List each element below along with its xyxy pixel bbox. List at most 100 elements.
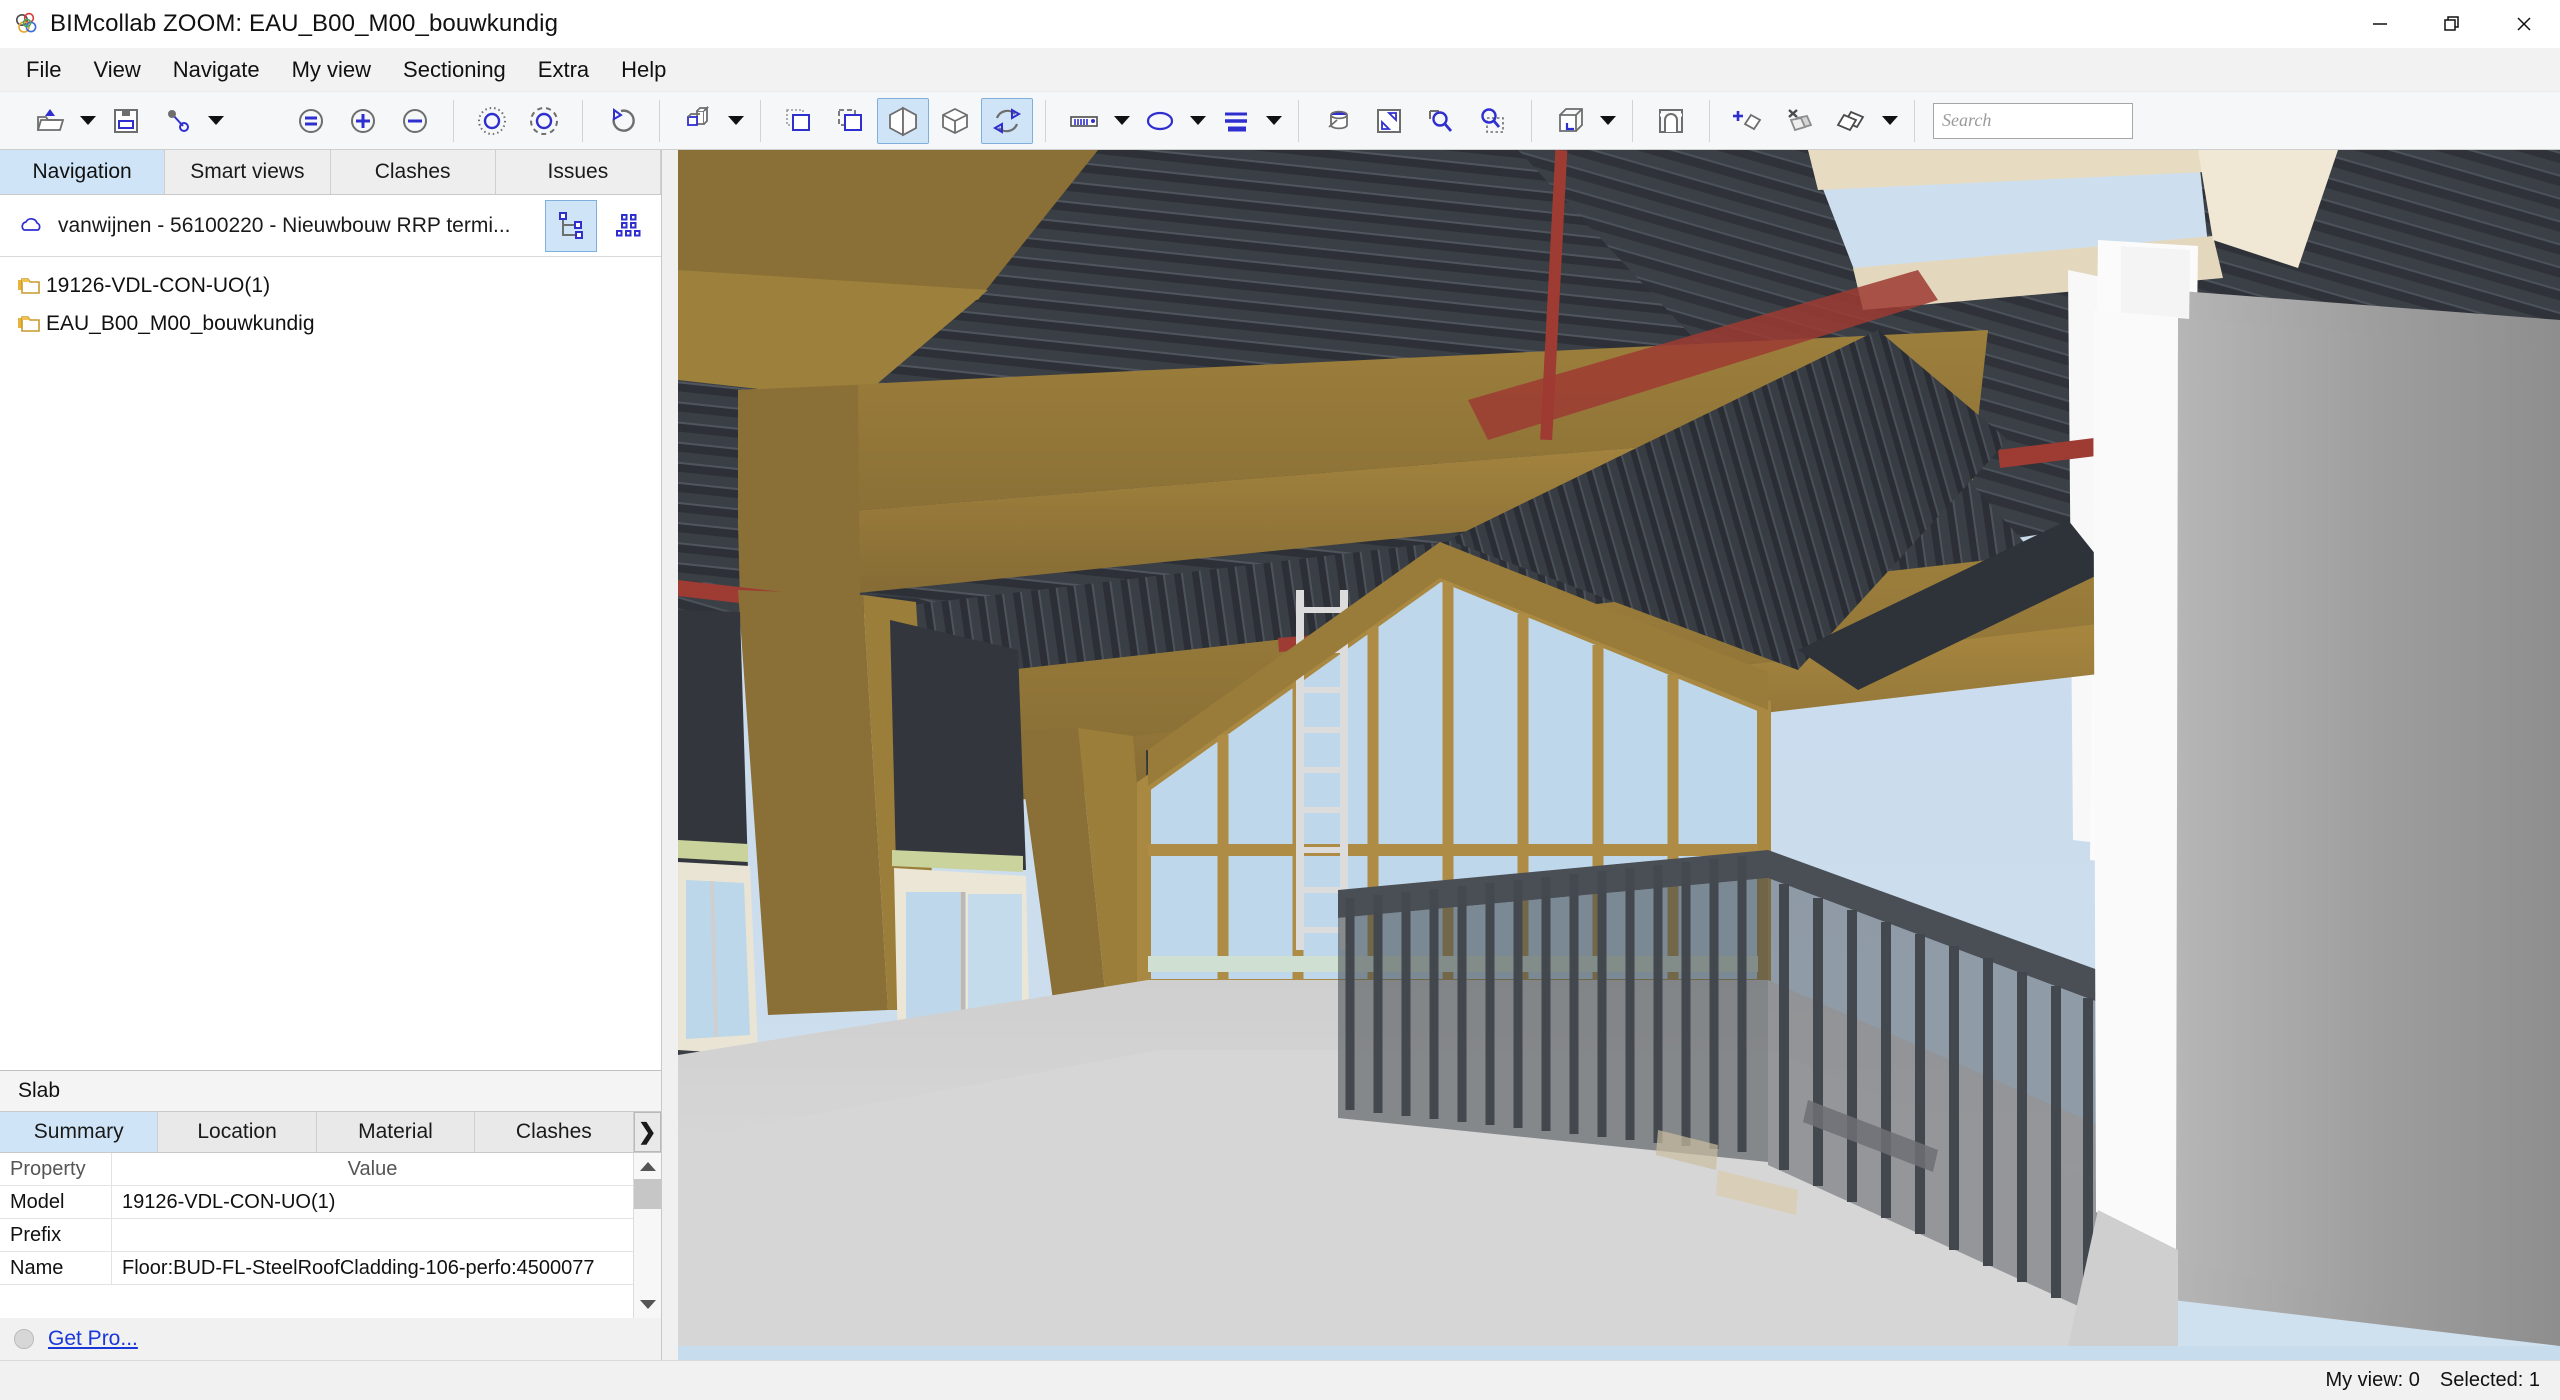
main-toolbar: Search [0,92,2560,150]
menu-item-help[interactable]: Help [605,51,682,89]
tab-clashes[interactable]: Clashes [330,150,496,194]
link-node-icon[interactable] [152,98,204,144]
project-row[interactable]: vanwijnen - 56100220 - Nieuwbouw RRP ter… [0,195,661,257]
tree-view-icon[interactable] [545,199,597,252]
link-node-chevron-down-icon[interactable] [204,98,228,144]
tab-summary[interactable]: Summary [0,1112,159,1152]
property-table-body: Property Value Model 19126-VDL-CON-UO(1)… [0,1153,633,1318]
status-my-view: My view: 0 [2325,1369,2420,1391]
scroll-up-icon[interactable] [634,1153,661,1179]
rotate-arrows-icon[interactable] [981,97,1033,144]
3d-scene [678,150,2560,1346]
zoom-object-icon[interactable] [1415,98,1467,144]
menu-item-file[interactable]: File [10,51,77,89]
scroll-down-icon[interactable] [634,1292,661,1318]
window-controls [2344,0,2560,48]
tab-smart-views[interactable]: Smart views [165,150,331,194]
ellipse-icon[interactable] [1134,98,1186,144]
undo-arrow-icon[interactable] [595,98,647,144]
list-item-label: 19126-VDL-CON-UO(1) [46,274,271,297]
visibility-chevron-down-icon[interactable] [724,98,748,144]
status-selected: Selected: 1 [2439,1369,2540,1391]
zoom-equal-icon[interactable] [285,98,337,144]
open-folder-icon[interactable] [24,98,76,144]
toolbar-separator-10 [1709,99,1710,142]
split-cube-icon[interactable] [877,97,929,144]
scrollbar-thumb[interactable] [633,1179,661,1209]
open-folder-chevron-down-icon[interactable] [76,98,100,144]
property-value: Floor:BUD-FL-SteelRoofCladding-106-perfo… [122,1256,595,1279]
chevron-right-icon[interactable]: ❯ [633,1112,661,1152]
table-row[interactable]: Model 19126-VDL-CON-UO(1) [0,1186,633,1219]
add-slab-icon[interactable] [1722,98,1774,144]
property-value [112,1219,633,1251]
get-pro-link[interactable]: Get Pro... [48,1327,138,1351]
zoom-minus-icon[interactable] [389,98,441,144]
menu-item-my-view[interactable]: My view [276,51,387,89]
project-name: vanwijnen - 56100220 - Nieuwbouw RRP ter… [58,213,511,237]
menu-item-navigate[interactable]: Navigate [157,51,276,89]
property-panel: Slab Summary Location Material Clashes ❯… [0,1070,661,1318]
column-header-property: Property [0,1153,112,1185]
table-row[interactable]: Name Floor:BUD-FL-SteelRoofCladding-106-… [0,1252,633,1285]
table-row[interactable]: Prefix [0,1219,633,1252]
lines-chevron-down-icon[interactable] [1262,98,1286,144]
dashed-select-icon[interactable] [825,98,877,144]
dotted-select-icon[interactable] [773,98,825,144]
zoom-plus-icon[interactable] [337,98,389,144]
model-tree: 19126-VDL-CON-UO(1) EAU_B00_M00_bouwkund… [0,257,661,1070]
orbit-dashed-icon[interactable] [518,98,570,144]
menu-item-extra[interactable]: Extra [522,51,605,89]
menu-item-sectioning[interactable]: Sectioning [387,51,522,89]
paint-bucket-icon[interactable] [1311,98,1363,144]
toolbar-separator-9 [1632,99,1633,142]
hide-slab-icon[interactable] [1774,98,1826,144]
zoom-area-icon[interactable] [1467,98,1519,144]
toolbar-separator-6 [1045,99,1046,142]
ellipse-chevron-down-icon[interactable] [1186,98,1210,144]
projection-chevron-down-icon[interactable] [1596,98,1620,144]
toolbar-group-view-tools [1311,92,1519,150]
property-panel-tabs: Summary Location Material Clashes ❯ [0,1111,661,1153]
two-boxes-icon[interactable] [672,98,724,144]
menu-item-view[interactable]: View [77,51,156,89]
status-bar: My view: 0 Selected: 1 [0,1360,2560,1400]
ruler-chevron-down-icon[interactable] [1110,98,1134,144]
restore-icon[interactable] [2416,0,2488,48]
orbit-dotted-icon[interactable] [466,98,518,144]
tab-issues[interactable]: Issues [495,150,661,194]
title-bar-left: BIMcollab ZOOM: EAU_B00_M00_bouwkundig [0,10,558,38]
tab-location[interactable]: Location [158,1112,317,1152]
slabs-icon[interactable] [1826,98,1878,144]
clip-plane-icon[interactable] [1645,98,1697,144]
toolbar-group-zoom [285,92,441,150]
title-bar: BIMcollab ZOOM: EAU_B00_M00_bouwkundig [0,0,2560,48]
toolbar-group-file [24,92,228,150]
projection-cube-icon[interactable] [1544,98,1596,144]
tab-material[interactable]: Material [316,1112,476,1152]
toolbar-separator-7 [1298,99,1299,142]
cube-icon[interactable] [929,98,981,144]
lines-icon[interactable] [1210,98,1262,144]
toolbar-separator-4 [659,99,660,142]
minimize-icon[interactable] [2344,0,2416,48]
toolbar-separator-5 [760,99,761,142]
search-input[interactable]: Search [1933,102,2133,139]
resize-diagonal-icon[interactable] [1363,98,1415,144]
close-icon[interactable] [2488,0,2560,48]
ruler-icon[interactable] [1058,98,1110,144]
toolbar-group-orbit [466,92,570,150]
slabs-chevron-down-icon[interactable] [1878,98,1902,144]
left-panel-tabs: Navigation Smart views Clashes Issues [0,150,661,195]
bimcollab-logo-icon [14,11,40,37]
tab-clashes-property[interactable]: Clashes [475,1112,634,1152]
panel-splitter[interactable] [662,150,678,1360]
grid-view-icon[interactable] [603,200,655,252]
list-item[interactable]: 19126-VDL-CON-UO(1) [0,267,661,305]
property-table-scrollbar[interactable] [633,1153,661,1318]
tab-navigation[interactable]: Navigation [0,150,166,194]
list-item[interactable]: EAU_B00_M00_bouwkundig [0,305,661,343]
property-panel-title: Slab [0,1071,661,1111]
3d-model-viewport[interactable] [678,150,2560,1360]
floppy-save-icon[interactable] [100,98,152,144]
